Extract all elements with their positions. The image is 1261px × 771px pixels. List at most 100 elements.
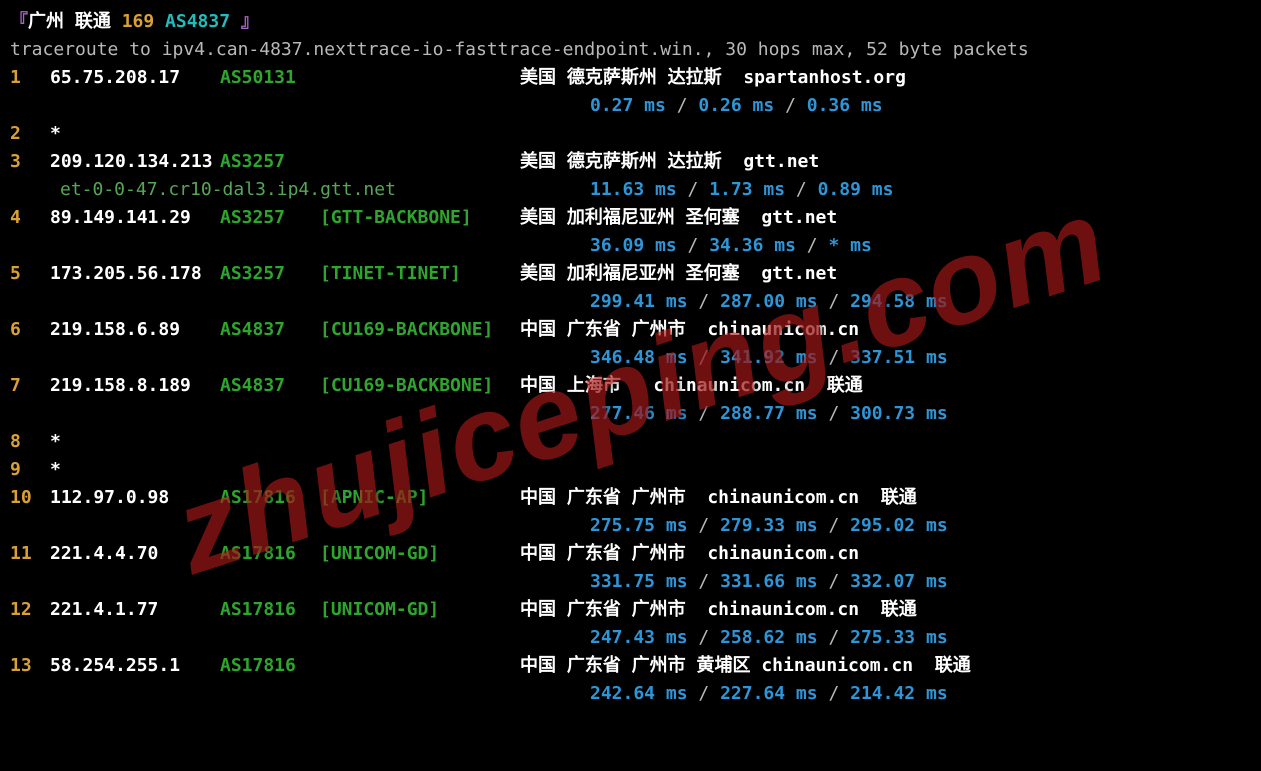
latency-value: * ms	[828, 235, 871, 256]
header-route: 169	[122, 11, 155, 32]
bracket-left: 『	[10, 11, 28, 32]
hop-row: 3209.120.134.213AS3257美国 德克萨斯州 达拉斯 gtt.n…	[10, 148, 1261, 176]
latency-value: 288.77 ms	[720, 403, 818, 424]
hop-row: 6219.158.6.89AS4837[CU169-BACKBONE]中国 广东…	[10, 316, 1261, 344]
hop-network	[320, 64, 520, 92]
latency-separator: /	[688, 347, 721, 368]
hop-asn: AS4837	[220, 372, 320, 400]
hop-ip: *	[50, 428, 220, 456]
hop-row: 5173.205.56.178AS3257[TINET-TINET]美国 加利福…	[10, 260, 1261, 288]
latency-separator: /	[796, 235, 829, 256]
hop-number: 12	[10, 596, 50, 624]
hop-row: 10112.97.0.98AS17816[APNIC-AP]中国 广东省 广州市…	[10, 484, 1261, 512]
hop-asn: AS50131	[220, 64, 320, 92]
latency-separator: /	[688, 291, 721, 312]
hop-row: 7219.158.8.189AS4837[CU169-BACKBONE]中国 上…	[10, 372, 1261, 400]
hop-number: 1	[10, 64, 50, 92]
hop-location: 美国 德克萨斯州 达拉斯 gtt.net	[520, 148, 819, 176]
hop-network: [TINET-TINET]	[320, 260, 520, 288]
hop-row: 9*	[10, 456, 1261, 484]
latency-separator: /	[818, 403, 851, 424]
hop-asn: AS17816	[220, 652, 320, 680]
hop-location: 美国 德克萨斯州 达拉斯 spartanhost.org	[520, 64, 906, 92]
bracket-right: 』	[241, 11, 259, 32]
hop-ip: 173.205.56.178	[50, 260, 220, 288]
hop-network	[320, 120, 520, 148]
hop-number: 4	[10, 204, 50, 232]
hop-latency: 11.63 ms / 1.73 ms / 0.89 ms	[520, 176, 893, 204]
hop-ip: 219.158.6.89	[50, 316, 220, 344]
hop-latency-row: 36.09 ms / 34.36 ms / * ms	[10, 232, 1261, 260]
hop-number: 10	[10, 484, 50, 512]
hop-network	[320, 456, 520, 484]
hop-network: [CU169-BACKBONE]	[320, 316, 520, 344]
hop-ip: 58.254.255.1	[50, 652, 220, 680]
latency-value: 36.09 ms	[590, 235, 677, 256]
hop-location: 美国 加利福尼亚州 圣何塞 gtt.net	[520, 260, 837, 288]
hop-ip: 221.4.4.70	[50, 540, 220, 568]
latency-separator: /	[785, 179, 818, 200]
hops-list: 165.75.208.17AS50131美国 德克萨斯州 达拉斯 spartan…	[10, 64, 1261, 708]
hop-location: 中国 广东省 广州市 chinaunicom.cn	[520, 540, 859, 568]
latency-value: 341.92 ms	[720, 347, 818, 368]
header-city: 广州	[28, 11, 64, 32]
header-isp: 联通	[75, 11, 111, 32]
hop-asn-empty	[220, 428, 320, 456]
hop-ip: 209.120.134.213	[50, 148, 220, 176]
latency-value: 227.64 ms	[720, 683, 818, 704]
latency-value: 279.33 ms	[720, 515, 818, 536]
hop-row: 2*	[10, 120, 1261, 148]
latency-separator: /	[688, 403, 721, 424]
header-asn: AS4837	[165, 11, 230, 32]
hop-location: 中国 广东省 广州市 chinaunicom.cn	[520, 316, 859, 344]
hop-network: [UNICOM-GD]	[320, 596, 520, 624]
hop-network: [APNIC-AP]	[320, 484, 520, 512]
hop-asn: AS4837	[220, 316, 320, 344]
latency-separator: /	[818, 683, 851, 704]
hop-asn: AS17816	[220, 596, 320, 624]
hop-network	[320, 148, 520, 176]
hop-number: 9	[10, 456, 50, 484]
latency-separator: /	[677, 179, 710, 200]
hop-row: 489.149.141.29AS3257[GTT-BACKBONE]美国 加利福…	[10, 204, 1261, 232]
latency-separator: /	[688, 627, 721, 648]
hop-row: 1358.254.255.1AS17816中国 广东省 广州市 黄埔区 chin…	[10, 652, 1261, 680]
hop-row: 8*	[10, 428, 1261, 456]
latency-value: 0.27 ms	[590, 95, 666, 116]
hop-number: 8	[10, 428, 50, 456]
hop-number: 13	[10, 652, 50, 680]
hop-network: [GTT-BACKBONE]	[320, 204, 520, 232]
latency-separator: /	[774, 95, 807, 116]
latency-separator: /	[818, 291, 851, 312]
latency-value: 300.73 ms	[850, 403, 948, 424]
hop-network	[320, 652, 520, 680]
latency-separator: /	[677, 235, 710, 256]
hop-number: 7	[10, 372, 50, 400]
hop-network: [UNICOM-GD]	[320, 540, 520, 568]
hop-latency-row: 277.46 ms / 288.77 ms / 300.73 ms	[10, 400, 1261, 428]
hop-ip: 221.4.1.77	[50, 596, 220, 624]
latency-separator: /	[688, 515, 721, 536]
latency-value: 247.43 ms	[590, 627, 688, 648]
hop-ip: *	[50, 456, 220, 484]
latency-value: 287.00 ms	[720, 291, 818, 312]
hop-asn: AS3257	[220, 204, 320, 232]
latency-value: 331.75 ms	[590, 571, 688, 592]
hop-network: [CU169-BACKBONE]	[320, 372, 520, 400]
latency-value: 346.48 ms	[590, 347, 688, 368]
route-header: 『广州 联通 169 AS4837 』	[10, 8, 1261, 36]
hop-asn: AS3257	[220, 148, 320, 176]
latency-value: 1.73 ms	[709, 179, 785, 200]
latency-separator: /	[818, 627, 851, 648]
hop-row: 12221.4.1.77AS17816[UNICOM-GD]中国 广东省 广州市…	[10, 596, 1261, 624]
hop-number: 5	[10, 260, 50, 288]
hop-ip: 89.149.141.29	[50, 204, 220, 232]
hop-number: 2	[10, 120, 50, 148]
latency-value: 34.36 ms	[709, 235, 796, 256]
traceroute-intro: traceroute to ipv4.can-4837.nexttrace-io…	[10, 36, 1261, 64]
latency-value: 299.41 ms	[590, 291, 688, 312]
latency-value: 242.64 ms	[590, 683, 688, 704]
hop-latency-row: 247.43 ms / 258.62 ms / 275.33 ms	[10, 624, 1261, 652]
hop-rdns: et-0-0-47.cr10-dal3.ip4.gtt.net	[60, 176, 520, 204]
hop-number: 11	[10, 540, 50, 568]
